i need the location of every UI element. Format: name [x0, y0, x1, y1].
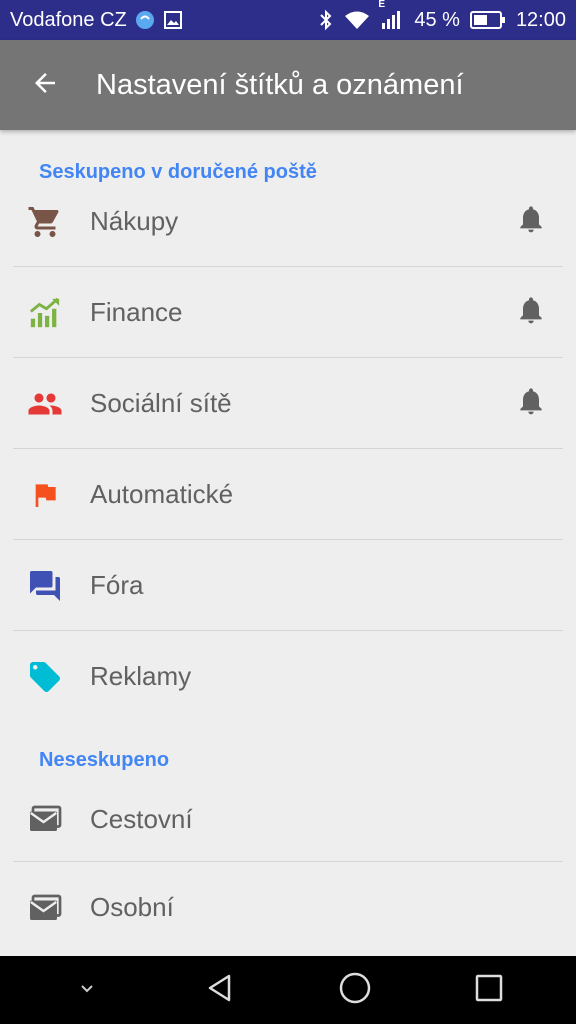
status-bar: Vodafone CZ E 45 % 12:00 [0, 0, 576, 40]
list-item-nakupy[interactable]: Nákupy [0, 176, 576, 267]
bell-icon [515, 294, 547, 331]
tag-icon [25, 657, 65, 697]
app-bar: Nastavení štítků a oznámení [0, 40, 576, 130]
forum-icon [25, 566, 65, 606]
flag-icon [25, 475, 65, 515]
mail-icon [25, 888, 65, 928]
circle-home-icon [338, 971, 372, 1010]
mail-icon [25, 799, 65, 839]
carrier-label: Vodafone CZ [10, 8, 127, 31]
page-title: Nastavení štítků a oznámení [96, 68, 464, 101]
arrow-back-icon [30, 68, 60, 103]
bell-icon [515, 203, 547, 240]
list-item-label: Fóra [90, 570, 144, 600]
clock: 12:00 [515, 8, 566, 31]
recents-nav-button[interactable] [459, 960, 519, 1020]
list-item-label: Sociální sítě [90, 388, 232, 418]
section-header-ungrouped: Neseskupeno [39, 749, 170, 771]
list-item-label: Nákupy [90, 206, 179, 236]
triangle-back-icon [205, 972, 237, 1009]
list-item-label: Automatické [90, 479, 234, 509]
wifi-icon [344, 10, 370, 30]
back-button[interactable] [0, 40, 90, 130]
list-item-label: Finance [90, 297, 183, 327]
vodafone-notification-icon [135, 10, 155, 30]
notification-bell-button[interactable] [514, 296, 548, 330]
notification-bell-button[interactable] [514, 205, 548, 239]
system-navigation-bar [0, 956, 576, 1024]
hide-nav-button[interactable] [57, 960, 117, 1020]
label-settings-list[interactable]: Seskupeno v doručené poště Nákupy Financ… [0, 130, 576, 956]
trending-up-icon [25, 293, 65, 333]
shopping-cart-icon [25, 202, 65, 242]
square-recents-icon [474, 973, 504, 1008]
list-item-label: Cestovní [90, 803, 193, 834]
list-item-fora[interactable]: Fóra [0, 540, 576, 631]
back-nav-button[interactable] [191, 960, 251, 1020]
list-item-finance[interactable]: Finance [0, 267, 576, 358]
list-item-automaticke[interactable]: Automatické [0, 449, 576, 540]
cellular-signal-icon: E [378, 0, 404, 31]
list-item-socialni-site[interactable]: Sociální sítě [0, 358, 576, 449]
bluetooth-icon [318, 9, 334, 31]
people-icon [25, 384, 65, 424]
battery-percent: 45 % [414, 8, 460, 31]
bell-icon [515, 385, 547, 422]
list-item-reklamy[interactable]: Reklamy [0, 631, 576, 722]
list-item-label: Osobní [90, 892, 174, 922]
list-item-cestovni[interactable]: Cestovní [0, 776, 576, 862]
list-item-osobni[interactable]: Osobní [0, 862, 576, 953]
battery-icon [469, 11, 506, 29]
network-type-label: E [378, 0, 386, 10]
home-nav-button[interactable] [325, 960, 385, 1020]
image-notification-icon [163, 10, 183, 30]
chevron-down-icon [77, 978, 97, 1003]
notification-bell-button[interactable] [514, 387, 548, 421]
list-item-label: Reklamy [90, 661, 192, 691]
